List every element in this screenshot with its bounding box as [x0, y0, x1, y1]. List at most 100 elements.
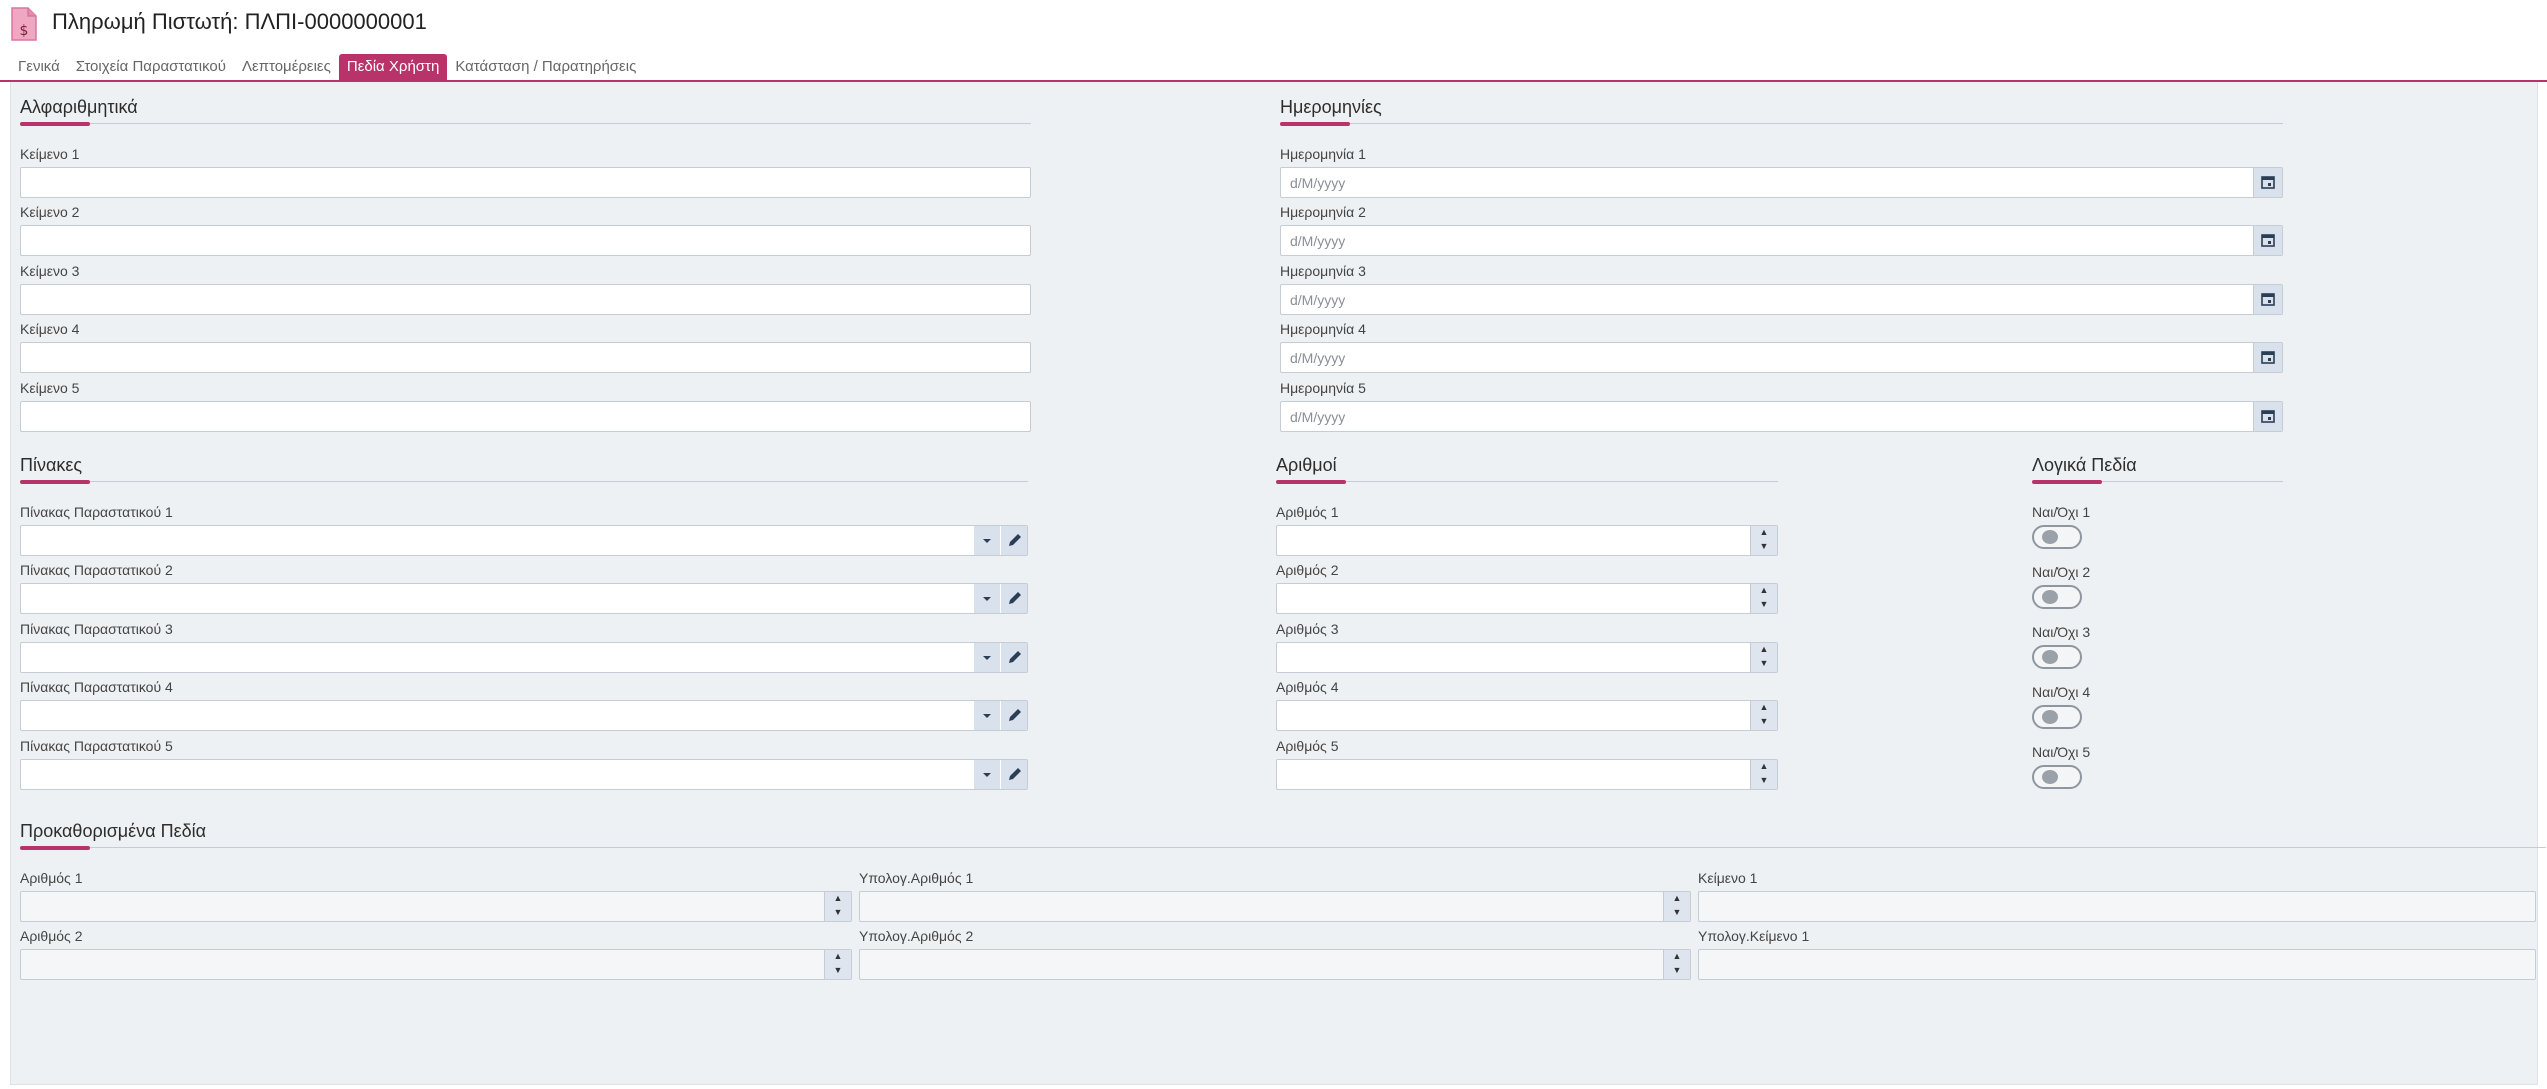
predef-number-2-field: Αριθμός 2 ▲ ▼ — [20, 927, 852, 980]
spin-up-icon[interactable]: ▲ — [1751, 584, 1777, 598]
calendar-icon[interactable] — [2253, 402, 2282, 431]
pencil-icon[interactable] — [1001, 760, 1027, 789]
field-label: Ημερομηνία 2 — [1280, 204, 1366, 220]
tab-document-data[interactable]: Στοιχεία Παραστατικού — [68, 54, 234, 80]
text-field-1: Κείμενο 1 — [20, 145, 1031, 198]
alphanumeric-section: Αλφαριθμητικά Κείμενο 1 Κείμενο 2 Κείμεν… — [20, 96, 1031, 436]
spin-up-icon[interactable]: ▲ — [1751, 526, 1777, 540]
number-spinner[interactable]: ▲ ▼ — [1750, 760, 1777, 789]
section-divider — [1280, 118, 2283, 128]
field-label: Πίνακας Παραστατικού 2 — [20, 562, 173, 578]
number-spinner[interactable]: ▲ ▼ — [1663, 892, 1690, 921]
yes-no-1-toggle[interactable] — [2032, 525, 2082, 549]
calendar-icon[interactable] — [2253, 168, 2282, 197]
number-field-3: Αριθμός 3 ▲ ▼ — [1276, 620, 1778, 673]
text-1-input[interactable] — [20, 167, 1031, 198]
spin-down-icon[interactable]: ▼ — [1751, 715, 1777, 729]
number-field-5: Αριθμός 5 ▲ ▼ — [1276, 737, 1778, 790]
date-3-input[interactable]: d/M/yyyy — [1280, 284, 2283, 315]
text-3-input[interactable] — [20, 284, 1031, 315]
spin-down-icon[interactable]: ▼ — [1664, 906, 1690, 920]
tab-user-fields[interactable]: Πεδία Χρήστη — [338, 54, 448, 80]
number-4-input[interactable]: ▲ ▼ — [1276, 700, 1778, 731]
spin-up-icon[interactable]: ▲ — [1751, 760, 1777, 774]
table-4-combobox[interactable] — [20, 700, 1028, 731]
yes-no-4-toggle[interactable] — [2032, 705, 2082, 729]
spin-down-icon[interactable]: ▼ — [1751, 598, 1777, 612]
chevron-down-icon[interactable] — [974, 760, 1000, 789]
pencil-icon[interactable] — [1001, 701, 1027, 730]
date-2-input[interactable]: d/M/yyyy — [1280, 225, 2283, 256]
number-1-input[interactable]: ▲ ▼ — [1276, 525, 1778, 556]
date-1-input[interactable]: d/M/yyyy — [1280, 167, 2283, 198]
text-field-3: Κείμενο 3 — [20, 262, 1031, 315]
number-5-input[interactable]: ▲ ▼ — [1276, 759, 1778, 790]
predef-text-1-input[interactable] — [1698, 891, 2536, 922]
date-field-4: Ημερομηνία 4 d/M/yyyy — [1280, 320, 2283, 373]
chevron-down-icon[interactable] — [974, 526, 1000, 555]
computed-number-2-field: Υπολογ.Αριθμός 2 ▲ ▼ — [859, 927, 1691, 980]
text-2-input[interactable] — [20, 225, 1031, 256]
number-3-input[interactable]: ▲ ▼ — [1276, 642, 1778, 673]
yes-no-field-5: Ναι/Όχι 5 — [2032, 743, 2283, 789]
number-2-input[interactable]: ▲ ▼ — [1276, 583, 1778, 614]
pencil-icon[interactable] — [1001, 584, 1027, 613]
predef-text-1-field: Κείμενο 1 — [1698, 869, 2536, 922]
number-spinner[interactable]: ▲ ▼ — [1750, 526, 1777, 555]
predef-number-1-input[interactable]: ▲ ▼ — [20, 891, 852, 922]
pencil-icon[interactable] — [1001, 526, 1027, 555]
spin-down-icon[interactable]: ▼ — [825, 964, 851, 978]
number-spinner[interactable]: ▲ ▼ — [824, 892, 851, 921]
spin-up-icon[interactable]: ▲ — [825, 950, 851, 964]
logical-section: Λογικά Πεδία Ναι/Όχι 1 Ναι/Όχι 2 Ναι/Όχι… — [2032, 454, 2283, 804]
calendar-icon[interactable] — [2253, 285, 2282, 314]
spin-down-icon[interactable]: ▼ — [1751, 774, 1777, 788]
tab-status-notes[interactable]: Κατάσταση / Παρατηρήσεις — [447, 54, 644, 80]
field-label: Αριθμός 1 — [20, 870, 83, 886]
chevron-down-icon[interactable] — [974, 701, 1000, 730]
spin-up-icon[interactable]: ▲ — [825, 892, 851, 906]
yes-no-5-toggle[interactable] — [2032, 765, 2082, 789]
spin-down-icon[interactable]: ▼ — [1664, 964, 1690, 978]
yes-no-3-toggle[interactable] — [2032, 645, 2082, 669]
table-3-combobox[interactable] — [20, 642, 1028, 673]
computed-number-1-input[interactable]: ▲ ▼ — [859, 891, 1691, 922]
table-2-combobox[interactable] — [20, 583, 1028, 614]
chevron-down-icon[interactable] — [974, 584, 1000, 613]
chevron-down-icon[interactable] — [974, 643, 1000, 672]
spin-down-icon[interactable]: ▼ — [1751, 540, 1777, 554]
text-4-input[interactable] — [20, 342, 1031, 373]
field-label: Κείμενο 1 — [1698, 870, 1758, 886]
number-spinner[interactable]: ▲ ▼ — [1750, 643, 1777, 672]
number-spinner[interactable]: ▲ ▼ — [1663, 950, 1690, 979]
date-5-input[interactable]: d/M/yyyy — [1280, 401, 2283, 432]
page-header: $ Πληρωμή Πιστωτή: ΠΛΠΙ-0000000001 — [0, 0, 2547, 50]
spin-down-icon[interactable]: ▼ — [1751, 657, 1777, 671]
spin-up-icon[interactable]: ▲ — [1664, 950, 1690, 964]
tab-details[interactable]: Λεπτομέρειες — [234, 54, 339, 80]
computed-text-1-input[interactable] — [1698, 949, 2536, 980]
spin-up-icon[interactable]: ▲ — [1751, 643, 1777, 657]
computed-number-2-input[interactable]: ▲ ▼ — [859, 949, 1691, 980]
table-5-combobox[interactable] — [20, 759, 1028, 790]
table-1-combobox[interactable] — [20, 525, 1028, 556]
spin-up-icon[interactable]: ▲ — [1751, 701, 1777, 715]
section-title: Λογικά Πεδία — [2032, 455, 2137, 475]
computed-text-1-field: Υπολογ.Κείμενο 1 — [1698, 927, 2536, 980]
text-5-input[interactable] — [20, 401, 1031, 432]
tab-general[interactable]: Γενικά — [10, 54, 68, 80]
calendar-icon[interactable] — [2253, 343, 2282, 372]
spin-up-icon[interactable]: ▲ — [1664, 892, 1690, 906]
date-4-input[interactable]: d/M/yyyy — [1280, 342, 2283, 373]
calendar-icon[interactable] — [2253, 226, 2282, 255]
field-label: Πίνακας Παραστατικού 1 — [20, 504, 173, 520]
yes-no-2-toggle[interactable] — [2032, 585, 2082, 609]
predef-number-2-input[interactable]: ▲ ▼ — [20, 949, 852, 980]
number-spinner[interactable]: ▲ ▼ — [824, 950, 851, 979]
date-placeholder: d/M/yyyy — [1290, 233, 1346, 249]
number-spinner[interactable]: ▲ ▼ — [1750, 584, 1777, 613]
pencil-icon[interactable] — [1001, 643, 1027, 672]
field-label: Ημερομηνία 1 — [1280, 146, 1366, 162]
spin-down-icon[interactable]: ▼ — [825, 906, 851, 920]
number-spinner[interactable]: ▲ ▼ — [1750, 701, 1777, 730]
